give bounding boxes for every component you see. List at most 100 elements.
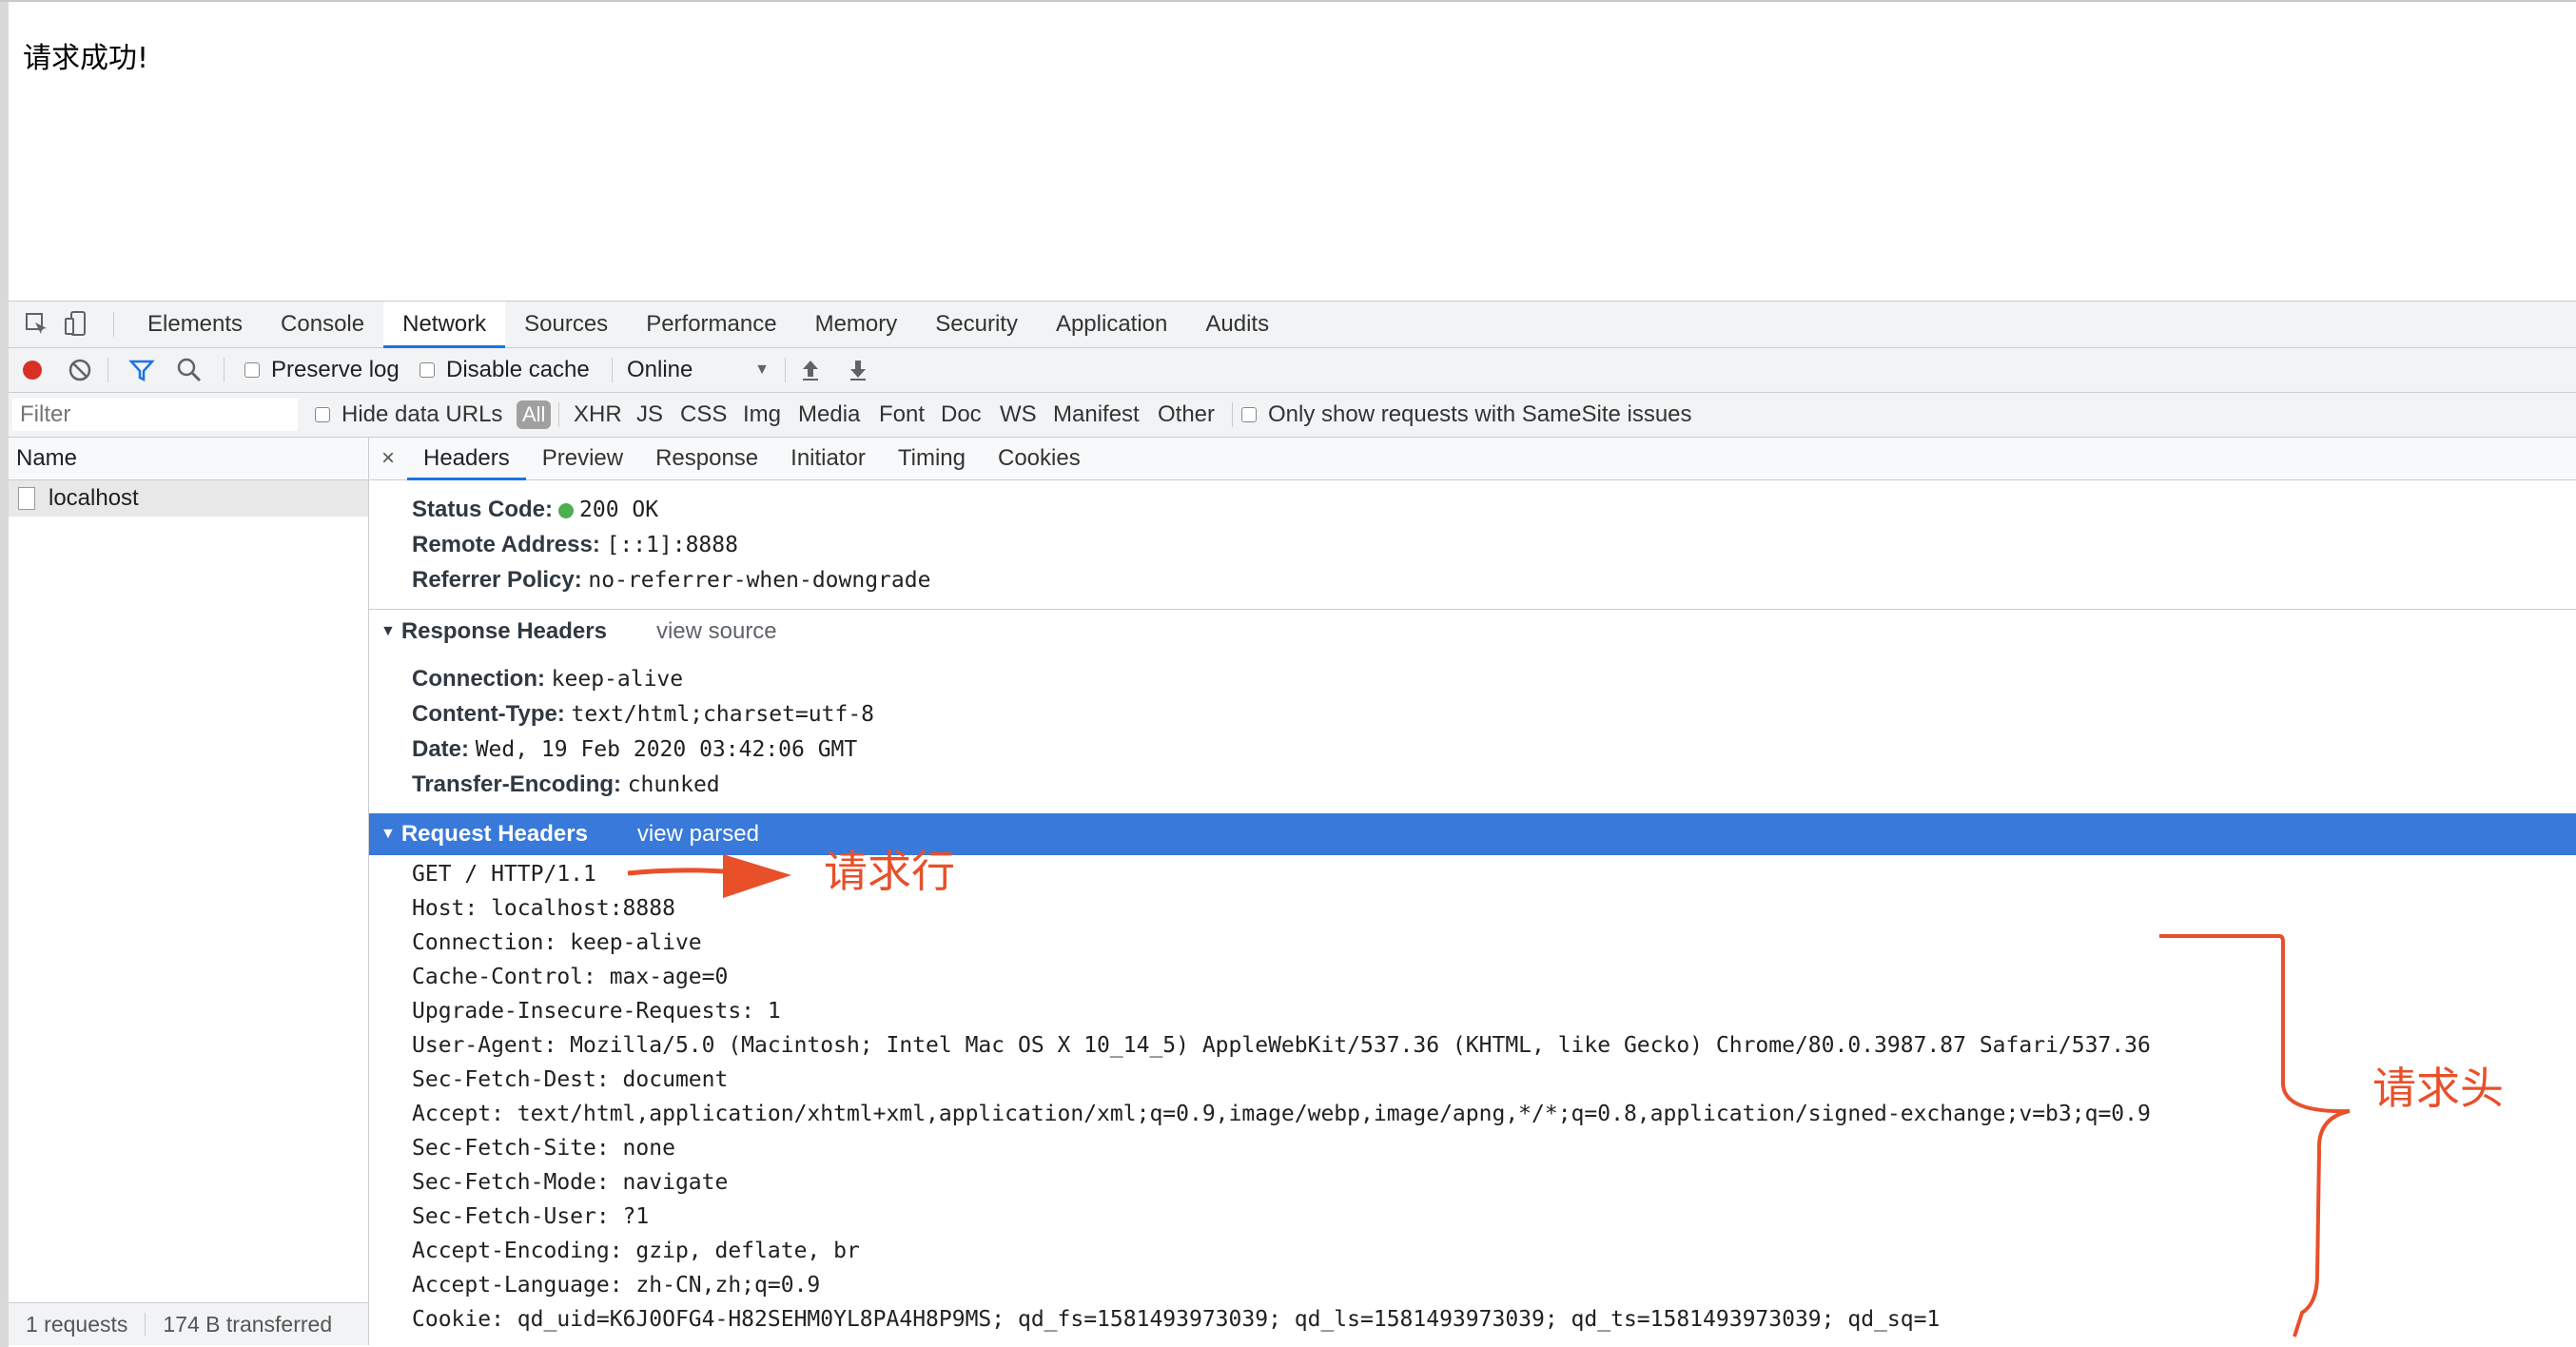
request-row[interactable]: localhost (9, 480, 368, 517)
tab-performance[interactable]: Performance (627, 302, 795, 347)
request-header-line: Accept-Encoding: gzip, deflate, br (412, 1239, 860, 1263)
checkbox-box[interactable] (1241, 407, 1257, 422)
column-header-name[interactable]: Name (9, 438, 368, 480)
checkbox-box[interactable] (244, 362, 260, 378)
view-source-link[interactable]: view source (656, 618, 777, 645)
request-header-line: Cookie: qd_uid=K6J0OFG4-H82SEHM0YL8PA4H8… (412, 1307, 1941, 1332)
network-toolbar: Preserve log Disable cache Online ▼ (9, 348, 2576, 393)
search-icon[interactable] (176, 357, 203, 383)
tab-application[interactable]: Application (1037, 302, 1186, 347)
request-list: Name localhost 1 requests 174 B transfer… (9, 438, 369, 1345)
annotation-request-headers: 请求头 (2372, 1063, 2504, 1114)
chevron-down-icon: ▼ (754, 361, 770, 378)
request-header-line: Host: localhost:8888 (412, 896, 675, 921)
import-har-icon[interactable] (798, 358, 823, 382)
response-headers-section[interactable]: ▼ Response Headers view source (369, 611, 2576, 653)
request-header-line: Accept-Language: zh-CN,zh;q=0.9 (412, 1273, 821, 1298)
tab-audits[interactable]: Audits (1186, 302, 1288, 347)
tab-cookies[interactable]: Cookies (982, 438, 1097, 479)
filter-type-media[interactable]: Media (798, 393, 860, 437)
request-header-line: Connection: keep-alive (412, 930, 702, 955)
record-icon[interactable] (20, 358, 45, 382)
filter-bar: Hide data URLs All XHR JS CSS Img Media … (9, 393, 2576, 438)
response-header-row: Transfer-Encoding: chunked (412, 771, 720, 797)
tab-sources[interactable]: Sources (505, 302, 627, 347)
disable-cache-checkbox[interactable]: Disable cache (420, 348, 590, 392)
referrer-policy-row: Referrer Policy: no-referrer-when-downgr… (412, 567, 931, 593)
tab-initiator[interactable]: Initiator (774, 438, 882, 479)
response-header-row: Date: Wed, 19 Feb 2020 03:42:06 GMT (412, 736, 858, 762)
window-edge (0, 2, 9, 1347)
transferred-size: 174 B transferred (163, 1311, 333, 1337)
tab-network[interactable]: Network (383, 302, 506, 348)
filter-type-manifest[interactable]: Manifest (1053, 393, 1140, 437)
divider (612, 358, 613, 382)
triangle-down-icon: ▼ (381, 826, 396, 842)
page-message: 请求成功! (23, 42, 149, 75)
request-header-line: Sec-Fetch-User: ?1 (412, 1204, 650, 1229)
status-bar: 1 requests 174 B transferred (9, 1302, 368, 1345)
checkbox-box[interactable] (315, 407, 330, 422)
filter-type-doc[interactable]: Doc (941, 393, 982, 437)
inspect-element-icon[interactable] (22, 309, 50, 338)
filter-type-font[interactable]: Font (879, 393, 925, 437)
filter-icon[interactable] (128, 358, 155, 382)
divider (107, 358, 108, 382)
request-header-line: Upgrade-Insecure-Requests: 1 (412, 999, 781, 1024)
tab-memory[interactable]: Memory (796, 302, 917, 347)
close-icon[interactable]: × (369, 445, 407, 472)
devtools-tabs: Elements Console Network Sources Perform… (128, 302, 1288, 348)
filter-type-css[interactable]: CSS (680, 393, 727, 437)
preserve-log-checkbox[interactable]: Preserve log (244, 348, 400, 392)
view-parsed-link[interactable]: view parsed (637, 821, 759, 848)
tab-headers[interactable]: Headers (407, 438, 526, 480)
request-line: GET / HTTP/1.1 (412, 862, 596, 887)
filter-type-xhr[interactable]: XHR (574, 393, 622, 437)
filter-type-img[interactable]: Img (743, 393, 781, 437)
device-toolbar-icon[interactable] (62, 309, 90, 338)
tab-preview[interactable]: Preview (526, 438, 639, 479)
response-header-row: Connection: keep-alive (412, 666, 684, 692)
divider (113, 312, 114, 337)
request-details: × Headers Preview Response Initiator Tim… (369, 438, 2576, 1345)
clear-icon[interactable] (68, 358, 92, 382)
hide-data-urls-checkbox[interactable]: Hide data URLs (315, 393, 502, 437)
request-header-line: Accept: text/html,application/xhtml+xml,… (412, 1102, 2151, 1126)
divider (1232, 402, 1233, 427)
filter-type-js[interactable]: JS (636, 393, 663, 437)
response-header-row: Content-Type: text/html;charset=utf-8 (412, 701, 875, 727)
filter-type-ws[interactable]: WS (1000, 393, 1037, 437)
tab-timing[interactable]: Timing (882, 438, 982, 479)
request-header-line: Sec-Fetch-Mode: navigate (412, 1170, 729, 1195)
request-count: 1 requests (26, 1311, 128, 1337)
status-code-row: Status Code: 200 OK (412, 497, 659, 522)
tab-elements[interactable]: Elements (128, 302, 262, 347)
triangle-down-icon: ▼ (381, 623, 396, 639)
tab-security[interactable]: Security (916, 302, 1037, 347)
document-icon (18, 487, 35, 510)
request-header-line: Sec-Fetch-Dest: document (412, 1067, 729, 1092)
request-header-line: User-Agent: Mozilla/5.0 (Macintosh; Inte… (412, 1033, 2151, 1058)
throttling-select[interactable]: Online ▼ (627, 348, 770, 392)
annotation-request-line: 请求行 (824, 846, 955, 897)
divider (369, 609, 2576, 610)
page-viewport: 请求成功! (0, 0, 2576, 1347)
devtools-tabbar: Elements Console Network Sources Perform… (9, 302, 2576, 348)
devtools-panel: Elements Console Network Sources Perform… (9, 301, 2576, 1345)
tab-console[interactable]: Console (262, 302, 383, 347)
details-tabs: × Headers Preview Response Initiator Tim… (369, 438, 2576, 480)
status-ok-icon (558, 502, 575, 518)
request-headers-section[interactable]: ▼ Request Headers view parsed (369, 813, 2576, 855)
checkbox-box[interactable] (420, 362, 435, 378)
remote-address-row: Remote Address: [::1]:8888 (412, 532, 738, 557)
samesite-checkbox[interactable]: Only show requests with SameSite issues (1241, 393, 1692, 437)
filter-input[interactable] (12, 399, 298, 431)
request-header-line: Sec-Fetch-Site: none (412, 1136, 675, 1161)
filter-type-all[interactable]: All (517, 393, 552, 437)
divider (785, 358, 786, 382)
request-header-line: Cache-Control: max-age=0 (412, 965, 729, 989)
filter-type-other[interactable]: Other (1158, 393, 1215, 437)
tab-response[interactable]: Response (639, 438, 774, 479)
divider (558, 402, 559, 427)
export-har-icon[interactable] (846, 358, 870, 382)
